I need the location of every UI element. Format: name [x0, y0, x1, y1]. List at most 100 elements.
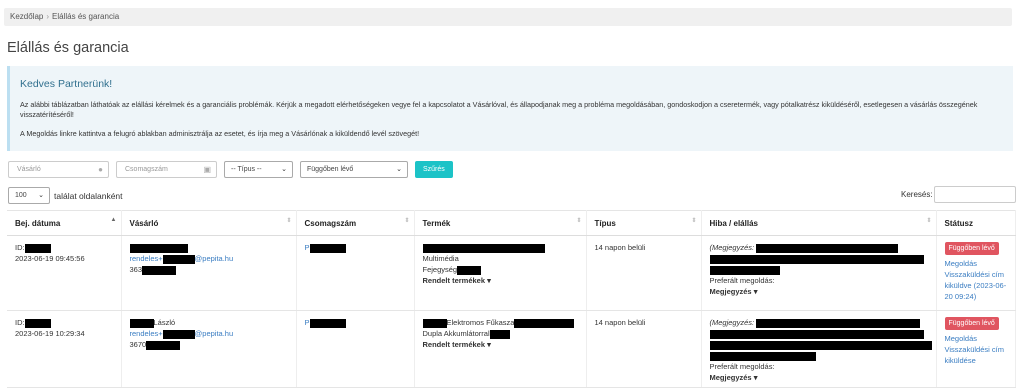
cell-type: 14 napon belüli	[586, 310, 702, 388]
column-header-buyer[interactable]: Vásárló ⇕	[121, 210, 297, 236]
redaction	[756, 243, 899, 253]
page-size-value: 100	[15, 192, 27, 199]
column-header-label: Termék	[422, 218, 451, 228]
package-link[interactable]: P	[305, 318, 346, 328]
redaction	[422, 318, 447, 328]
chevron-down-icon: ⌄	[396, 166, 402, 173]
ordered-products-toggle[interactable]: Rendelt termékek ▾	[423, 340, 491, 349]
redaction	[129, 243, 188, 253]
redaction	[756, 318, 921, 328]
redaction	[489, 329, 510, 339]
package-filter-input[interactable]: Csomagszám ▣	[116, 161, 217, 178]
solution-link[interactable]: Megoldás	[945, 334, 978, 343]
cell-package: P	[296, 310, 415, 388]
redaction	[422, 243, 545, 253]
cell-date: ID: 2023-06-19 09:45:56	[7, 235, 122, 311]
cell-buyer: rendeles+ @pepita.hu 363	[121, 235, 297, 311]
buyer-zip: 363	[129, 265, 143, 274]
sort-icon: ⇕	[286, 218, 292, 224]
redaction	[142, 265, 177, 275]
column-header-label: Bej. dátuma	[15, 218, 61, 228]
filter-button[interactable]: Szűrés	[415, 161, 453, 178]
row-id-label: ID:	[15, 243, 25, 252]
cell-issue: (Megjegyzés: Preferált megoldás: Megjegy…	[701, 310, 937, 388]
column-header-package[interactable]: Csomagszám ⇕	[296, 210, 415, 236]
row-id-label: ID:	[15, 318, 25, 327]
table-row: ID: 2023-06-19 09:45:56 rendeles+ @pepita…	[7, 235, 1016, 311]
buyer-filter-input[interactable]: Vásárló ●	[8, 161, 109, 178]
redaction	[146, 340, 181, 350]
column-header-label: Státusz	[944, 218, 973, 228]
page-size-label: találat oldalanként	[54, 190, 123, 201]
info-alert: Kedves Partnerünk! Az alábbi táblázatban…	[7, 66, 1013, 151]
redaction	[457, 265, 482, 275]
column-header-status[interactable]: Státusz	[936, 210, 1016, 236]
cell-status: Függőben lévő Megoldás Visszaküldési cím…	[936, 235, 1016, 311]
product-name-line2: Dupla Akkumlátorral	[422, 329, 490, 338]
table-row: ID: 2023-06-19 10:29:34 László rendeles+…	[7, 310, 1016, 388]
sort-icon: ⇕	[576, 218, 582, 224]
column-header-label: Típus	[594, 218, 616, 228]
redaction	[24, 243, 51, 253]
page-size-select[interactable]: 100 ⌄	[8, 187, 50, 204]
column-header-label: Hiba / elállás	[709, 218, 758, 228]
row-date: 2023-06-19 10:29:34	[15, 329, 85, 338]
cell-status: Függőben lévő Megoldás Visszaküldési cím…	[936, 310, 1016, 388]
cell-product: Elektromos Fűkasza Dupla Akkumlátorral R…	[414, 310, 587, 388]
redaction	[24, 318, 51, 328]
chevron-down-icon: ⌄	[281, 166, 287, 173]
column-header-date[interactable]: Bej. dátuma ▲	[7, 210, 122, 236]
redaction	[709, 351, 816, 361]
package-link[interactable]: P	[305, 243, 346, 253]
status-badge: Függőben lévő	[944, 317, 999, 330]
column-header-label: Csomagszám	[304, 218, 357, 228]
status-detail: Visszaküldési cím kiküldése	[944, 345, 1004, 365]
cell-type: 14 napon belüli	[586, 235, 702, 311]
redaction	[709, 254, 924, 264]
package-filter-placeholder: Csomagszám	[125, 166, 168, 173]
product-name: Elektromos Fűkasza	[446, 318, 515, 327]
cell-date: ID: 2023-06-19 10:29:34	[7, 310, 122, 388]
preferred-solution-label: Preferált megoldás:	[709, 276, 775, 285]
status-detail: Visszaküldési cím kiküldve (2023-06-20 0…	[944, 270, 1007, 301]
column-header-type[interactable]: Típus ⇕	[586, 210, 702, 236]
alert-text-2: A Megoldás linkre kattintva a felugró ab…	[20, 129, 420, 138]
column-header-product[interactable]: Termék ⇕	[414, 210, 587, 236]
redaction	[709, 265, 780, 275]
buyer-email-link[interactable]: rendeles+ @pepita.hu	[130, 329, 233, 339]
column-header-label: Vásárló	[129, 218, 159, 228]
breadcrumb-current: Elállás és garancia	[52, 12, 120, 21]
sort-icon: ⇕	[691, 218, 697, 224]
row-date: 2023-06-19 09:45:56	[15, 254, 85, 263]
redaction	[709, 329, 924, 339]
buyer-name: László	[153, 318, 176, 327]
product-name: Multimédia	[422, 254, 459, 263]
type-select[interactable]: -- Típus -- ⌄	[224, 161, 293, 178]
note-label: (Megjegyzés:	[709, 243, 755, 252]
preferred-solution-label: Preferált megoldás:	[709, 362, 775, 371]
cell-issue: (Megjegyzés: Preferált megoldás: Megjegy…	[701, 235, 937, 311]
note-toggle[interactable]: Megjegyzés ▾	[710, 287, 758, 296]
ordered-products-toggle[interactable]: Rendelt termékek ▾	[423, 276, 491, 285]
page-title: Elállás és garancia	[7, 40, 129, 56]
product-name-line2: Fejegység	[422, 265, 458, 274]
alert-text: Az alábbi táblázatban láthatóak az eláll…	[20, 100, 978, 119]
user-icon: ●	[98, 165, 103, 174]
page-size-control: 100 ⌄ találat oldalanként	[8, 187, 123, 204]
redaction	[514, 318, 575, 328]
status-badge: Függőben lévő	[944, 242, 999, 255]
sort-icon: ⇕	[404, 218, 410, 224]
column-header-issue[interactable]: Hiba / elállás ⇕	[701, 210, 937, 236]
buyer-email-link[interactable]: rendeles+ @pepita.hu	[130, 254, 233, 264]
sort-icon: ⇕	[926, 218, 932, 224]
redaction	[709, 340, 932, 350]
solution-link[interactable]: Megoldás	[945, 259, 978, 268]
buyer-zip: 3670	[129, 340, 147, 349]
cell-package: P	[296, 235, 415, 311]
breadcrumb-home[interactable]: Kezdőlap	[10, 12, 43, 21]
status-select-value: Függőben lévő	[307, 166, 354, 173]
claims-table: Bej. dátuma ▲ Vásárló ⇕ Csomagszám ⇕ Termék…	[7, 210, 1016, 388]
search-input[interactable]	[934, 186, 1016, 203]
status-select[interactable]: Függőben lévő ⌄	[300, 161, 408, 178]
redaction	[129, 318, 154, 328]
